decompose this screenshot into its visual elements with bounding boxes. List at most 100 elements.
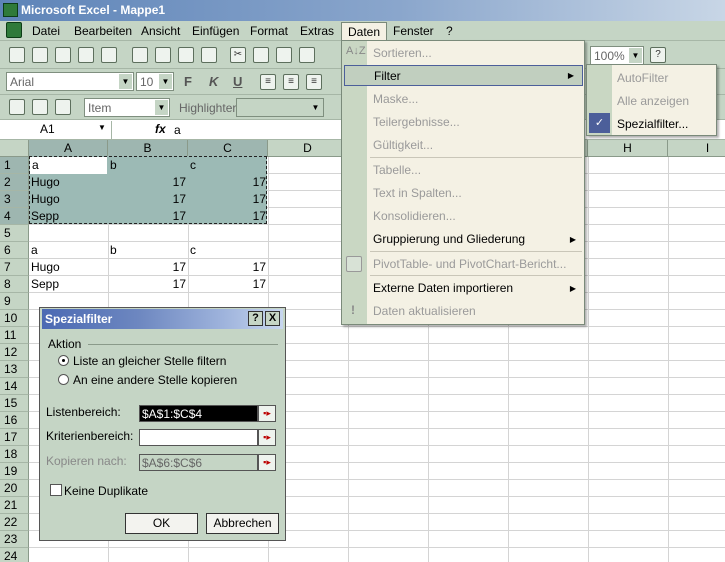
menu-item-text-in-spalten[interactable]: Text in Spalten... bbox=[373, 186, 462, 200]
row-header[interactable]: 9 bbox=[0, 293, 29, 310]
clipboard-icon[interactable] bbox=[276, 47, 292, 63]
menu-datei[interactable]: Datei bbox=[32, 24, 60, 38]
menu-format[interactable]: Format bbox=[250, 24, 288, 38]
align-right-icon[interactable]: ≡ bbox=[306, 74, 322, 90]
row-header[interactable]: 4 bbox=[0, 208, 29, 225]
align-left-icon[interactable]: ≡ bbox=[260, 74, 276, 90]
range-picker-icon[interactable]: ▪▸ bbox=[258, 405, 276, 422]
cell-c2[interactable]: 17 bbox=[188, 174, 268, 191]
copy-icon[interactable] bbox=[253, 47, 269, 63]
row-header[interactable]: 24 bbox=[0, 548, 29, 562]
help-icon[interactable]: ? bbox=[650, 47, 666, 63]
row-header[interactable]: 18 bbox=[0, 446, 29, 463]
row-header[interactable]: 15 bbox=[0, 395, 29, 412]
menu-item-alle-anzeigen[interactable]: Alle anzeigen bbox=[617, 94, 689, 108]
highlighter-combo[interactable]: ▼ bbox=[236, 98, 324, 117]
row-header[interactable]: 10 bbox=[0, 310, 29, 327]
menu-item-autofilter[interactable]: AutoFilter bbox=[617, 71, 668, 85]
row-header[interactable]: 5 bbox=[0, 225, 29, 242]
formula-content[interactable]: a bbox=[174, 123, 181, 137]
row-header[interactable]: 22 bbox=[0, 514, 29, 531]
range-picker-icon[interactable]: ▪▸ bbox=[258, 429, 276, 446]
bold-button[interactable]: F bbox=[184, 74, 192, 89]
ok-button[interactable]: OK bbox=[125, 513, 198, 534]
email-icon[interactable] bbox=[101, 47, 117, 63]
menu-item-teilergebnisse[interactable]: Teilergebnisse... bbox=[373, 115, 460, 129]
draw-icon[interactable] bbox=[9, 99, 25, 115]
menu-fenster[interactable]: Fenster bbox=[393, 24, 434, 38]
row-header[interactable]: 7 bbox=[0, 259, 29, 276]
cell-b6[interactable]: b bbox=[108, 242, 188, 259]
row-header[interactable]: 16 bbox=[0, 412, 29, 429]
kopieren-nach-input[interactable]: $A$6:$C$6 bbox=[139, 454, 258, 471]
row-header[interactable]: 14 bbox=[0, 378, 29, 395]
row-header[interactable]: 12 bbox=[0, 344, 29, 361]
open-icon[interactable] bbox=[32, 99, 48, 115]
radio-filter-in-place-label[interactable]: Liste an gleicher Stelle filtern bbox=[73, 354, 226, 368]
italic-button[interactable]: K bbox=[209, 74, 218, 89]
row-header[interactable]: 2 bbox=[0, 174, 29, 191]
cell-c3[interactable]: 17 bbox=[188, 191, 268, 208]
font-combo[interactable]: Arial ▼ bbox=[6, 72, 134, 91]
cell-b1[interactable]: b bbox=[108, 157, 188, 174]
cell-b7[interactable]: 17 bbox=[108, 259, 188, 276]
menu-item-tabelle[interactable]: Tabelle... bbox=[373, 163, 421, 177]
cell-c1[interactable]: c bbox=[188, 157, 268, 174]
cell-a8[interactable]: Sepp bbox=[29, 276, 108, 293]
range-picker-icon[interactable]: ▪▸ bbox=[258, 454, 276, 471]
row-header[interactable]: 6 bbox=[0, 242, 29, 259]
menu-item-filter[interactable]: Filter ▶ bbox=[344, 65, 583, 86]
save-icon[interactable] bbox=[55, 99, 71, 115]
radio-copy-to-label[interactable]: An eine andere Stelle kopieren bbox=[73, 373, 237, 387]
column-header-c[interactable]: C bbox=[188, 140, 268, 157]
save-icon[interactable] bbox=[55, 47, 71, 63]
cell-c7[interactable]: 17 bbox=[188, 259, 268, 276]
cell-a2[interactable]: Hugo bbox=[29, 174, 108, 191]
cell-c6[interactable]: c bbox=[188, 242, 268, 259]
row-header[interactable]: 1 bbox=[0, 157, 29, 174]
cell-b3[interactable]: 17 bbox=[108, 191, 188, 208]
paste-icon[interactable] bbox=[299, 47, 315, 63]
menu-item-aktualisieren[interactable]: Daten aktualisieren bbox=[373, 304, 476, 318]
print-preview-icon[interactable] bbox=[178, 47, 194, 63]
font-size-combo[interactable]: 10 ▼ bbox=[136, 72, 174, 91]
row-header[interactable]: 23 bbox=[0, 531, 29, 548]
row-header[interactable]: 17 bbox=[0, 429, 29, 446]
cell-c8[interactable]: 17 bbox=[188, 276, 268, 293]
item-combo[interactable]: Item ▼ bbox=[84, 98, 170, 117]
radio-copy-to[interactable] bbox=[58, 374, 69, 385]
menu-item-spezialfilter[interactable]: Spezialfilter... bbox=[617, 117, 688, 131]
menu-einfuegen[interactable]: Einfügen bbox=[192, 24, 239, 38]
function-icon[interactable]: fx bbox=[155, 122, 166, 136]
dialog-title-bar[interactable]: Spezialfilter ? X bbox=[42, 309, 283, 329]
menu-item-sortieren[interactable]: Sortieren... bbox=[373, 46, 432, 60]
cell-b8[interactable]: 17 bbox=[108, 276, 188, 293]
menu-item-pivot[interactable]: PivotTable- und PivotChart-Bericht... bbox=[373, 257, 566, 271]
print-icon[interactable] bbox=[155, 47, 171, 63]
underline-button[interactable]: U bbox=[233, 74, 242, 89]
column-header-d[interactable]: D bbox=[268, 140, 348, 157]
menu-item-gruppierung[interactable]: Gruppierung und Gliederung bbox=[373, 232, 525, 246]
cell-c4[interactable]: 17 bbox=[188, 208, 268, 225]
menu-bearbeiten[interactable]: Bearbeiten bbox=[74, 24, 132, 38]
row-header[interactable]: 8 bbox=[0, 276, 29, 293]
select-all-corner[interactable] bbox=[0, 140, 29, 157]
column-header-a[interactable]: A bbox=[29, 140, 108, 157]
menu-help[interactable]: ? bbox=[446, 24, 453, 38]
cell-b4[interactable]: 17 bbox=[108, 208, 188, 225]
menu-extras[interactable]: Extras bbox=[300, 24, 334, 38]
radio-filter-in-place[interactable] bbox=[58, 355, 69, 366]
menu-daten[interactable]: Daten bbox=[341, 22, 388, 41]
cell-a7[interactable]: Hugo bbox=[29, 259, 108, 276]
keine-duplikate-label[interactable]: Keine Duplikate bbox=[64, 484, 148, 498]
zoom-combo[interactable]: 100% ▼ bbox=[590, 46, 644, 65]
cell-a4[interactable]: Sepp bbox=[29, 208, 108, 225]
name-box[interactable]: A1 ▼ bbox=[0, 121, 112, 139]
cell-a1[interactable]: a bbox=[30, 157, 107, 174]
row-header[interactable]: 20 bbox=[0, 480, 29, 497]
menu-item-gueltigkeit[interactable]: Gültigkeit... bbox=[373, 138, 433, 152]
spelling-icon[interactable] bbox=[201, 47, 217, 63]
new-icon[interactable] bbox=[9, 47, 25, 63]
workbook-icon[interactable] bbox=[6, 22, 22, 38]
close-button[interactable]: X bbox=[265, 311, 280, 326]
